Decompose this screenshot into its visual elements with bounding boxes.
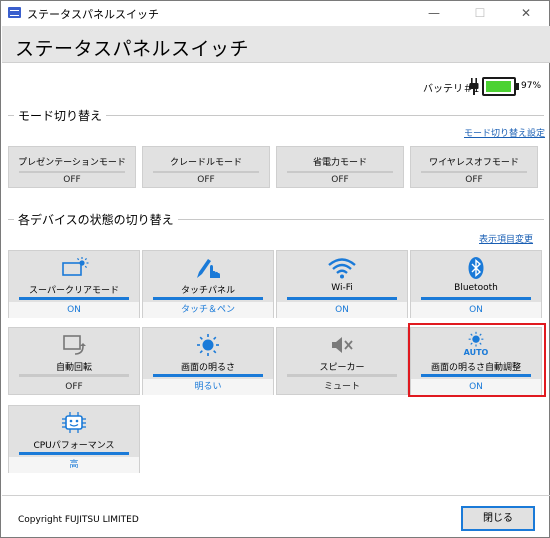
tile-status-bar bbox=[153, 374, 263, 377]
tile-state: OFF bbox=[63, 175, 81, 185]
tile-state: 高 bbox=[9, 457, 139, 473]
touch-pen-icon bbox=[193, 257, 223, 279]
tile-status-bar bbox=[287, 171, 393, 173]
battery-level-fill bbox=[486, 81, 512, 92]
tile-status-bar bbox=[287, 374, 397, 377]
footer-divider bbox=[2, 495, 550, 496]
tile-label: CPUパフォーマンス bbox=[33, 441, 115, 451]
device-section-title: 各デバイスの状態の切り替え bbox=[18, 211, 178, 228]
battery-icon bbox=[482, 77, 519, 96]
tile-state: タッチ＆ペン bbox=[143, 302, 273, 318]
tile-status-bar bbox=[287, 297, 397, 300]
mode-tile-presentation[interactable]: プレゼンテーションモード OFF bbox=[8, 146, 136, 188]
section-divider bbox=[8, 219, 14, 220]
tile-state: OFF bbox=[331, 175, 349, 185]
auto-brightness-icon: AUTO bbox=[461, 331, 491, 357]
plug-icon bbox=[469, 78, 479, 95]
tile-status-bar bbox=[19, 374, 129, 377]
tile-label: Bluetooth bbox=[454, 283, 498, 293]
close-button[interactable]: 閉じる bbox=[461, 506, 535, 531]
tile-state: OFF bbox=[197, 175, 215, 185]
device-tile-auto-brightness[interactable]: AUTO 画面の明るさ自動調整 ON bbox=[410, 327, 542, 395]
tile-label: タッチパネル bbox=[180, 286, 235, 296]
tile-status-bar bbox=[19, 297, 129, 300]
section-divider bbox=[97, 115, 544, 116]
maximize-button[interactable]: ☐ bbox=[457, 1, 503, 26]
device-tile-cpu-performance[interactable]: CPUパフォーマンス 高 bbox=[8, 405, 140, 473]
auto-rotate-icon bbox=[59, 334, 89, 356]
tile-status-bar bbox=[421, 374, 531, 377]
copyright-text: Copyright FUJITSU LIMITED bbox=[18, 515, 139, 525]
tile-label: クレードルモード bbox=[169, 158, 242, 168]
device-tile-wifi[interactable]: Wi-Fi ON bbox=[276, 250, 408, 318]
mode-tile-power-saving[interactable]: 省電力モード OFF bbox=[276, 146, 404, 188]
tile-state: ON bbox=[277, 302, 407, 318]
device-tile-bluetooth[interactable]: Bluetooth ON bbox=[410, 250, 542, 318]
mode-tile-cradle[interactable]: クレードルモード OFF bbox=[142, 146, 270, 188]
header-band: ステータスパネルスイッチ bbox=[2, 26, 550, 63]
tile-state: 明るい bbox=[143, 379, 273, 395]
mode-section-title: モード切り替え bbox=[18, 107, 107, 124]
tile-status-bar bbox=[421, 297, 531, 300]
tile-state: ON bbox=[411, 379, 541, 395]
tile-status-bar bbox=[19, 452, 129, 455]
tile-label: 画面の明るさ bbox=[180, 363, 235, 373]
tile-status-bar bbox=[153, 171, 259, 173]
tile-state: OFF bbox=[465, 175, 483, 185]
bluetooth-icon bbox=[461, 257, 491, 279]
status-panel-window: ステータスパネルスイッチ — ☐ ✕ ステータスパネルスイッチ バッテリ＃1 9… bbox=[0, 0, 550, 538]
tile-state: ON bbox=[9, 302, 139, 318]
screen-sun-icon bbox=[59, 257, 89, 279]
device-tile-auto-rotate[interactable]: 自動回転 OFF bbox=[8, 327, 140, 395]
speaker-mute-icon bbox=[327, 334, 357, 356]
display-items-link[interactable]: 表示項目変更 bbox=[479, 232, 533, 245]
section-divider bbox=[164, 219, 544, 220]
page-title: ステータスパネルスイッチ bbox=[15, 38, 250, 60]
tile-status-bar bbox=[421, 171, 527, 173]
tile-label: ワイヤレスオフモード bbox=[429, 158, 519, 168]
minimize-button[interactable]: — bbox=[411, 1, 457, 26]
tile-label: 画面の明るさ自動調整 bbox=[430, 363, 521, 373]
title-bar: ステータスパネルスイッチ — ☐ ✕ bbox=[1, 1, 549, 26]
device-tile-speaker[interactable]: スピーカー ミュート bbox=[276, 327, 408, 395]
tile-label: プレゼンテーションモード bbox=[18, 158, 126, 168]
mode-settings-link[interactable]: モード切り替え設定 bbox=[464, 126, 545, 139]
app-icon bbox=[8, 7, 21, 18]
auto-badge: AUTO bbox=[463, 348, 489, 357]
tile-status-bar bbox=[153, 297, 263, 300]
window-title: ステータスパネルスイッチ bbox=[27, 8, 159, 21]
tile-label: Wi-Fi bbox=[331, 283, 353, 293]
cpu-performance-icon bbox=[59, 412, 89, 434]
tile-label: スピーカー bbox=[319, 363, 365, 373]
section-divider bbox=[8, 115, 14, 116]
tile-state: OFF bbox=[65, 382, 83, 392]
mode-tile-wireless-off[interactable]: ワイヤレスオフモード OFF bbox=[410, 146, 538, 188]
device-tile-super-clear[interactable]: スーパークリアモード ON bbox=[8, 250, 140, 318]
tile-status-bar bbox=[19, 171, 125, 173]
wifi-icon bbox=[327, 257, 357, 279]
tile-state: ON bbox=[411, 302, 541, 318]
device-tile-touch-panel[interactable]: タッチパネル タッチ＆ペン bbox=[142, 250, 274, 318]
tile-label: 自動回転 bbox=[55, 363, 92, 373]
tile-label: 省電力モード bbox=[312, 158, 367, 168]
battery-percent: 97% bbox=[521, 81, 542, 91]
close-window-button[interactable]: ✕ bbox=[503, 1, 549, 26]
brightness-icon bbox=[193, 334, 223, 356]
device-tile-brightness[interactable]: 画面の明るさ 明るい bbox=[142, 327, 274, 395]
tile-state: ミュート bbox=[323, 382, 360, 392]
tile-label: スーパークリアモード bbox=[29, 286, 119, 296]
